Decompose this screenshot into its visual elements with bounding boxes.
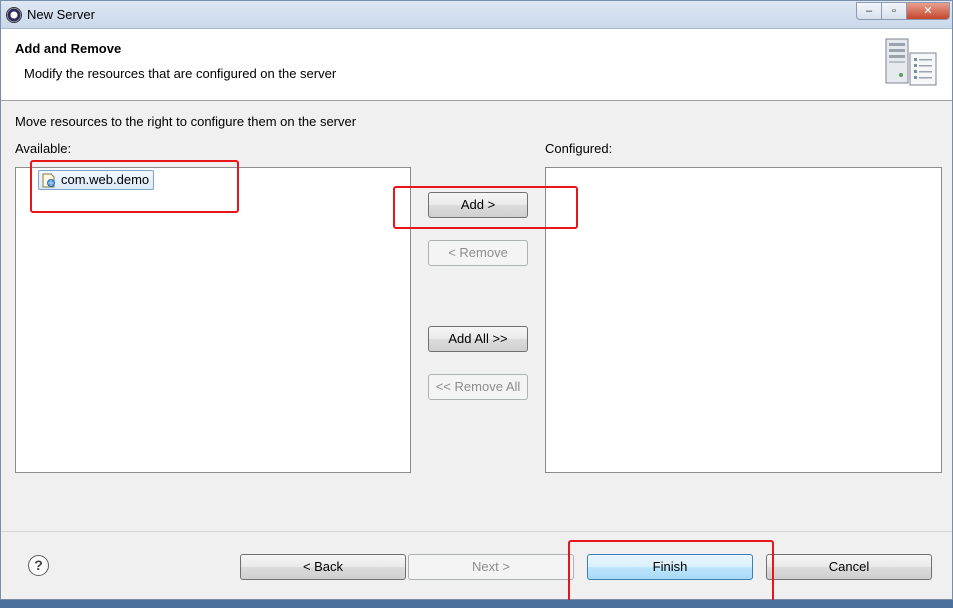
available-label: Available: [15,141,72,156]
window-title: New Server [27,7,95,22]
eclipse-icon [6,7,22,23]
cancel-button[interactable]: Cancel [766,554,932,580]
window-controls: – ▫ ✕ [856,2,950,20]
title-bar[interactable]: New Server – ▫ ✕ [1,1,952,29]
configured-label: Configured: [545,141,613,156]
add-button[interactable]: Add > [428,192,528,218]
footer-divider [1,531,952,532]
wizard-header: Add and Remove Modify the resources that… [1,29,952,101]
taskbar [0,600,953,608]
help-icon[interactable]: ? [28,555,49,576]
maximize-button[interactable]: ▫ [881,2,907,20]
instruction-text: Move resources to the right to configure… [15,114,357,129]
page-description: Modify the resources that are configured… [24,66,337,81]
new-server-dialog: New Server – ▫ ✕ Add and Remove Modify t… [0,0,953,600]
remove-button[interactable]: < Remove [428,240,528,266]
back-button[interactable]: < Back [240,554,406,580]
list-item-label: com.web.demo [61,172,150,187]
web-project-icon [42,173,55,188]
configured-list[interactable] [545,167,942,473]
page-title: Add and Remove [15,41,122,56]
server-wizard-icon [885,38,937,86]
next-button[interactable]: Next > [408,554,574,580]
add-all-button[interactable]: Add All >> [428,326,528,352]
remove-all-button[interactable]: << Remove All [428,374,528,400]
close-button[interactable]: ✕ [906,2,950,20]
finish-button[interactable]: Finish [587,554,753,580]
list-item[interactable]: com.web.demo [38,170,155,190]
minimize-button[interactable]: – [856,2,882,20]
available-list[interactable]: com.web.demo [15,167,411,473]
